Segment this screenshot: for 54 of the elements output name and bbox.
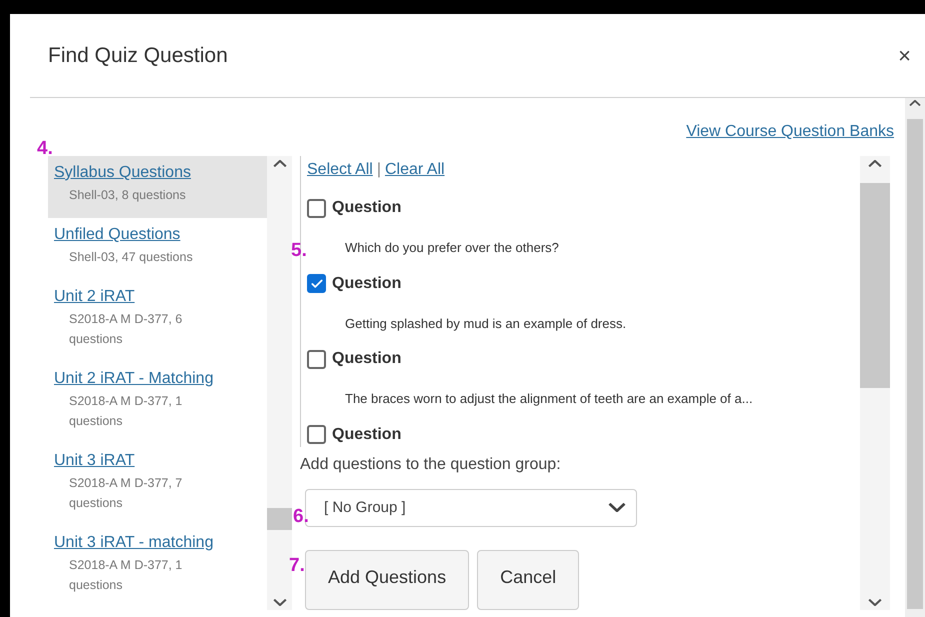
- question-text: The braces worn to adjust the alignment of teeth are an example of a...: [344, 390, 754, 408]
- step-number: 7.: [289, 556, 305, 575]
- dialog-title: Find Quiz Question: [48, 42, 228, 69]
- view-banks-link[interactable]: View Course Question Banks: [686, 120, 894, 156]
- bank-info: S2018-A M D-377, 1 questions: [68, 557, 184, 594]
- bank-item[interactable]: Unit 3 iRAT S2018-A M D-377, 7 questions: [48, 444, 267, 526]
- question-label: Question: [332, 349, 402, 369]
- scrollbar[interactable]: [860, 156, 890, 610]
- step-number: 5.: [291, 241, 307, 260]
- bank-link[interactable]: Unit 2 iRAT: [54, 285, 267, 309]
- dropdown-icon: [608, 503, 626, 512]
- bank-info: Shell-03, 47 questions: [68, 249, 194, 266]
- scrollbar[interactable]: [905, 98, 925, 617]
- clear-all-link[interactable]: Clear All: [384, 158, 445, 182]
- checkbox[interactable]: [307, 350, 326, 368]
- select-all-link[interactable]: Select All: [307, 158, 373, 182]
- separator: |: [376, 160, 381, 180]
- dialog-button[interactable]: Add Questions: [305, 550, 470, 610]
- checkbox[interactable]: [307, 198, 326, 218]
- question-label: Question: [332, 274, 402, 294]
- bank-info: S2018-A M D-377, 1 questions: [68, 393, 184, 430]
- bank-link[interactable]: Syllabus Questions: [54, 161, 267, 185]
- question-label: Question: [332, 198, 402, 218]
- question-label: Question: [332, 424, 402, 444]
- bank-item[interactable]: Unfiled Questions Shell-03, 47 questions: [48, 218, 267, 280]
- scroll-up-icon[interactable]: [868, 160, 882, 167]
- check-icon: [310, 276, 324, 290]
- scroll-down-icon[interactable]: [272, 599, 286, 606]
- bank-info: S2018-A M D-377, 7 questions: [68, 475, 184, 512]
- bank-item[interactable]: Syllabus Questions Shell-03, 8 questions: [48, 156, 267, 218]
- bank-item[interactable]: Unit 3 iRAT - matching S2018-A M D-377, 1 questions: [48, 526, 267, 608]
- select-value: [ No Group ]: [324, 498, 406, 518]
- question-text: Getting splashed by mud is an example of dress.: [344, 314, 628, 333]
- bank-info: S2018-A M D-377, 6 questions: [68, 311, 184, 348]
- bank-item[interactable]: Unit 2 iRAT S2018-A M D-377, 6 questions: [48, 280, 267, 362]
- bank-item[interactable]: Unit 2 iRAT - Matching S2018-A M D-377, 1 questions: [48, 362, 267, 444]
- bank-info: Shell-03, 8 questions: [68, 187, 187, 204]
- scrollbar-thumb[interactable]: [860, 183, 890, 388]
- group-label: Add questions to the question group:: [300, 454, 562, 474]
- close-button[interactable]: ×: [898, 44, 911, 66]
- bank-link[interactable]: Unit 3 iRAT - matching: [54, 531, 267, 555]
- scroll-up-icon[interactable]: [909, 100, 921, 106]
- scroll-up-icon[interactable]: [272, 160, 286, 167]
- scrollbar-thumb[interactable]: [267, 508, 292, 530]
- dialog-button[interactable]: Cancel: [477, 550, 580, 610]
- bank-link[interactable]: Unit 2 iRAT - Matching: [54, 367, 267, 391]
- scroll-down-icon[interactable]: [868, 599, 882, 606]
- checkbox[interactable]: [307, 274, 326, 293]
- bank-link[interactable]: Unfiled Questions: [54, 223, 267, 247]
- scrollbar-thumb[interactable]: [907, 119, 923, 609]
- question-text: Which do you prefer over the others?: [344, 239, 560, 257]
- bank-link[interactable]: Unit 3 iRAT: [54, 449, 267, 473]
- checkbox[interactable]: [307, 425, 326, 444]
- step-number: 4.: [37, 139, 53, 158]
